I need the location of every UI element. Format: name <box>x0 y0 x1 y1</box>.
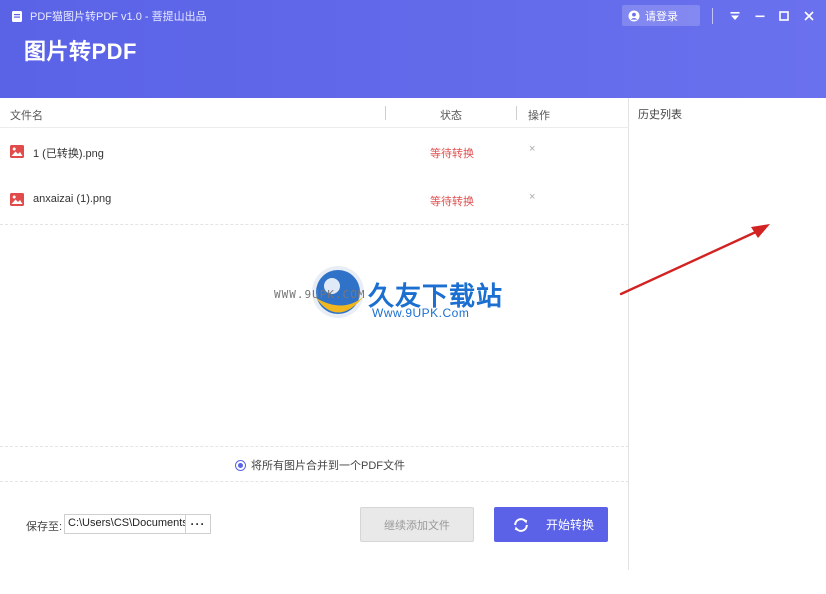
file-status: 等待转换 <box>430 196 474 208</box>
merge-divider-top <box>0 446 629 447</box>
merge-pdf-option[interactable]: 将所有图片合并到一个PDF文件 <box>235 457 405 473</box>
minimize-icon <box>755 15 765 18</box>
refresh-icon <box>514 517 528 532</box>
add-files-button[interactable]: 继续添加文件 <box>360 507 474 542</box>
history-title: 历史列表 <box>638 109 682 121</box>
file-name: anxaizai (1).png <box>33 193 112 205</box>
close-icon <box>804 11 814 21</box>
watermark-url: Www.9UPK.Com <box>372 306 470 320</box>
close-button[interactable] <box>801 7 817 25</box>
file-list-panel: 文件名 状态 操作 1 (已转换).png 等待转换 × anxaizai (1… <box>0 98 629 570</box>
save-to-label: 保存至: <box>26 521 63 533</box>
maximize-icon <box>779 11 789 21</box>
maximize-button[interactable] <box>776 7 792 25</box>
window-title: PDF猫图片转PDF v1.0 - 菩提山出品 <box>30 11 207 23</box>
save-path-field[interactable]: C:\Users\CS\Documents <box>64 514 186 534</box>
table-row[interactable]: 1 (已转换).png 等待转换 × <box>0 128 629 176</box>
remove-file-button[interactable]: × <box>529 143 535 155</box>
image-file-icon <box>10 145 24 158</box>
menu-icon <box>730 12 740 20</box>
table-row[interactable]: anxaizai (1).png 等待转换 × <box>0 176 629 224</box>
app-logo-icon <box>12 11 22 22</box>
merge-radio[interactable] <box>235 459 246 471</box>
column-header-filename: 文件名 <box>10 110 43 122</box>
column-header-operation: 操作 <box>528 110 550 122</box>
column-separator <box>385 106 386 120</box>
browse-button[interactable]: ··· <box>186 514 211 534</box>
column-header-status: 状态 <box>440 110 462 122</box>
file-name: 1 (已转换).png <box>33 148 104 160</box>
arrow-icon <box>619 224 770 296</box>
start-convert-label: 开始转换 <box>546 518 595 532</box>
title-divider <box>712 8 713 24</box>
merge-option-label: 将所有图片合并到一个PDF文件 <box>251 460 405 472</box>
login-label: 请登录 <box>645 10 678 23</box>
remove-file-button[interactable]: × <box>529 191 535 203</box>
watermark-url-left: WWW.9UPK.COM <box>274 288 366 301</box>
history-panel: 历史列表 <box>630 98 826 570</box>
watermark: WWW.9UPK.COM 久友下载站 Www.9UPK.Com <box>272 248 532 328</box>
merge-divider-bottom <box>0 481 629 482</box>
list-divider <box>0 224 629 225</box>
column-separator <box>516 106 517 120</box>
start-convert-button[interactable]: 开始转换 <box>494 507 608 542</box>
table-header: 文件名 状态 操作 <box>0 98 629 128</box>
menu-button[interactable] <box>727 7 743 25</box>
user-icon <box>628 10 640 21</box>
minimize-button[interactable] <box>752 7 768 25</box>
app-header: PDF猫图片转PDF v1.0 - 菩提山出品 图片转PDF 请登录 <box>0 0 826 98</box>
login-button[interactable]: 请登录 <box>622 5 700 26</box>
file-status: 等待转换 <box>430 148 474 160</box>
image-file-icon <box>10 193 24 206</box>
page-title: 图片转PDF <box>24 39 138 64</box>
